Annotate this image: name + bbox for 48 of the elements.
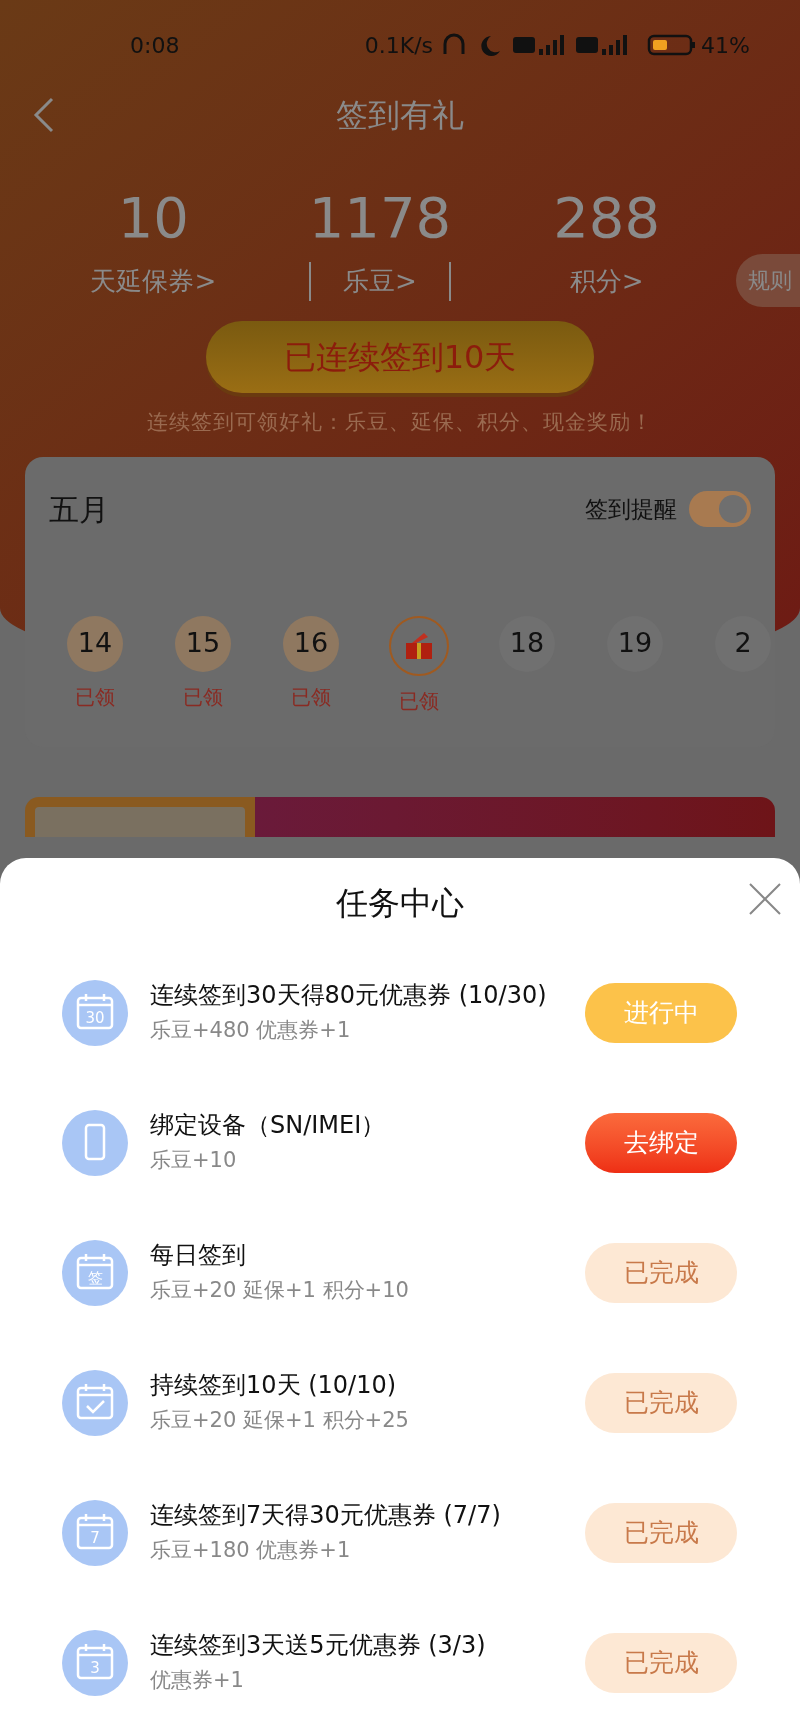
task-reward: 优惠券+1 (150, 1667, 245, 1695)
signal-icon (539, 35, 565, 55)
stat-value: 10 (117, 186, 189, 250)
task-title: 连续签到3天送5元优惠券 (3/3) (150, 1630, 487, 1662)
task-action-button[interactable]: 已完成 (585, 1633, 737, 1693)
stat-link[interactable]: 天延保券> (90, 262, 217, 301)
moon-icon (479, 33, 502, 57)
stat-link[interactable]: 乐豆> (309, 262, 451, 301)
stat-link[interactable]: 积分> (569, 262, 644, 301)
page-title: 签到有礼 (336, 95, 464, 136)
task-reward: 乐豆+10 (150, 1147, 238, 1175)
claimed-label: 已领 (399, 687, 439, 715)
back-icon[interactable] (32, 95, 56, 135)
reminder-label: 签到提醒 (585, 494, 677, 524)
close-icon[interactable] (748, 882, 782, 916)
task-reward: 乐豆+20 延保+1 积分+10 (150, 1277, 410, 1305)
signal-icon (602, 35, 628, 55)
task-action-button[interactable]: 进行中 (585, 983, 737, 1043)
battery-icon (647, 33, 698, 57)
task-action-button[interactable]: 已完成 (585, 1503, 737, 1563)
claimed-label: 已领 (291, 683, 331, 711)
calendar-icon: 3 (62, 1630, 128, 1696)
task-title: 连续签到30天得80元优惠券 (10/30) (150, 980, 548, 1012)
stat-value: 1178 (308, 186, 452, 250)
task-reward: 乐豆+480 优惠券+1 (150, 1017, 352, 1045)
battery-percent: 41% (701, 31, 750, 60)
month-label: 五月 (49, 490, 109, 529)
calendar-icon: 7 (62, 1500, 128, 1566)
sheet-title: 任务中心 (336, 883, 464, 924)
task-title: 持续签到10天 (10/10) (150, 1370, 398, 1402)
subtitle: 连续签到可领好礼：乐豆、延保、积分、现金奖励！ (147, 409, 653, 436)
calendar-icon: 30 (62, 980, 128, 1046)
rules-tab[interactable]: 规则 (736, 254, 800, 307)
calendar-icon: 签 (62, 1240, 128, 1306)
network-speed: 0.1K/s (364, 31, 434, 60)
task-action-button[interactable]: 去绑定 (585, 1113, 737, 1173)
claimed-label: 已领 (183, 683, 223, 711)
task-reward: 乐豆+20 延保+1 积分+25 (150, 1407, 410, 1435)
task-action-button[interactable]: 已完成 (585, 1243, 737, 1303)
reminder-toggle[interactable] (689, 491, 751, 527)
stat-value: 288 (553, 186, 661, 250)
task-title: 每日签到 (150, 1240, 247, 1272)
task-action-button[interactable]: 已完成 (585, 1373, 737, 1433)
claimed-label: 已领 (75, 683, 115, 711)
task-title: 连续签到7天得30元优惠券 (7/7) (150, 1500, 502, 1532)
task-title: 绑定设备（SN/IMEI） (150, 1110, 387, 1142)
task-reward: 乐豆+180 优惠券+1 (150, 1537, 352, 1565)
status-time: 0:08 (130, 31, 180, 60)
